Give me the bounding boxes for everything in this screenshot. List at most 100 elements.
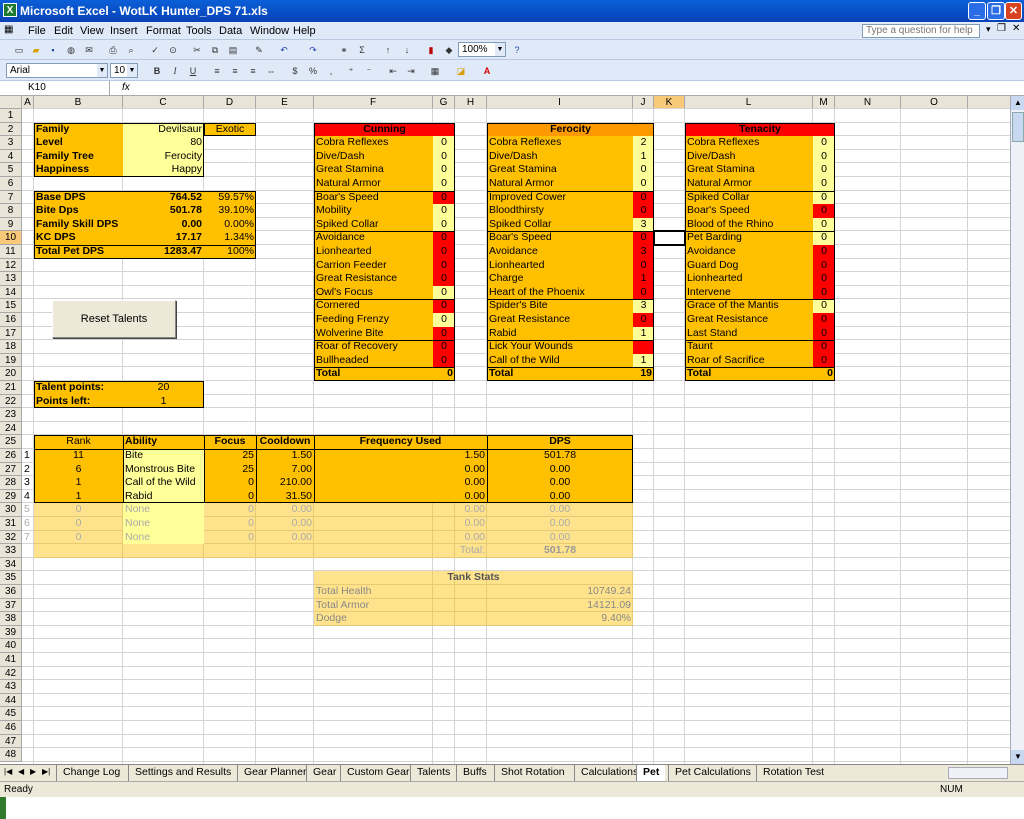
chart-wizard-icon[interactable]: ▮ [424,43,438,57]
row-header-43[interactable]: 43 [0,680,22,694]
close-workbook-icon[interactable]: ✕ [1012,23,1020,34]
borders-icon[interactable]: ▦ [428,64,442,78]
row-header-32[interactable]: 32 [0,530,22,545]
row-header-2[interactable]: 2 [0,122,22,137]
name-box[interactable]: K10 [0,81,110,95]
help-search-input[interactable]: Type a question for help [862,24,980,38]
open-icon[interactable]: ▰ [29,43,43,57]
row-header-34[interactable]: 34 [0,557,22,572]
cells-area[interactable]: Family Devilsaur Exotic Level 80 Family Tree F… [22,108,1010,764]
next-sheet-icon[interactable]: ▶ [30,767,36,776]
undo-icon[interactable]: ↶ [277,43,291,57]
workbook-icon[interactable]: ▦ [4,24,13,35]
align-right-icon[interactable]: ≡ [246,64,260,78]
row-header-37[interactable]: 37 [0,598,22,613]
restore-icon[interactable]: ❐ [997,23,1006,34]
increase-indent-icon[interactable]: ⇥ [404,64,418,78]
worksheet-grid[interactable]: ABCDEFGHIJKLMNO 1 2 3 4 5 6 7 8 9 10 11 12 13 14 15 16 1… [0,96,1010,764]
row-header-18[interactable]: 18 [0,340,22,354]
row-header-28[interactable]: 28 [0,476,22,490]
excel-icon[interactable]: X [3,3,17,17]
menu-window[interactable]: Window [250,25,289,37]
sheet-tab-talents[interactable]: Talents [410,765,457,781]
currency-icon[interactable]: $ [288,64,302,78]
row-header-30[interactable]: 30 [0,503,22,517]
increase-decimal-icon[interactable]: ⁺ [344,64,358,78]
font-name-select[interactable]: Arial ▼ [6,63,108,78]
comma-style-icon[interactable]: , [324,64,338,78]
font-color-icon[interactable]: A [480,64,494,78]
percent-icon[interactable]: % [306,64,320,78]
scroll-up-icon[interactable]: ▲ [1011,96,1024,110]
row-header-22[interactable]: 22 [0,394,22,409]
bold-icon[interactable]: B [150,64,164,78]
sheet-tab-calculations[interactable]: Calculations [574,765,645,781]
new-icon[interactable]: ▭ [12,43,26,57]
research-icon[interactable]: ⊙ [166,43,180,57]
row-header-29[interactable]: 29 [0,489,22,504]
sheet-tab-settings-and-results[interactable]: Settings and Results [128,765,238,781]
menu-data[interactable]: Data [219,25,242,37]
row-header-10[interactable]: 10 [0,231,22,245]
vertical-scrollbar[interactable]: ▲ ▼ [1010,96,1024,764]
function-icon[interactable]: fx [122,82,130,93]
row-header-21[interactable]: 21 [0,381,22,395]
select-all-corner[interactable] [0,96,22,109]
save-icon[interactable]: ▪ [46,43,60,57]
copy-icon[interactable]: ⧉ [208,43,222,57]
reset-talents-button[interactable]: Reset Talents [52,300,176,338]
sheet-tab-custom-gear[interactable]: Custom Gear [340,765,416,781]
row-header-12[interactable]: 12 [0,258,22,273]
sheet-tab-change-log[interactable]: Change Log [56,765,127,781]
sort-descending-icon[interactable]: ↓ [400,43,414,57]
zoom-select[interactable]: 100% ▼ [458,42,506,57]
row-header-17[interactable]: 17 [0,326,22,341]
scroll-thumb[interactable] [1012,112,1024,142]
row-header-38[interactable]: 38 [0,612,22,626]
minimize-icon[interactable]: _ [968,2,986,20]
italic-icon[interactable]: I [168,64,182,78]
row-header-48[interactable]: 48 [0,748,22,762]
sheet-tab-shot-rotation[interactable]: Shot Rotation [494,765,571,781]
row-header-14[interactable]: 14 [0,285,22,300]
menu-edit[interactable]: Edit [54,25,73,37]
row-header-20[interactable]: 20 [0,367,22,381]
align-center-icon[interactable]: ≡ [228,64,242,78]
row-header-47[interactable]: 47 [0,734,22,749]
prev-sheet-icon[interactable]: ◀ [18,767,24,776]
sheet-tab-gear[interactable]: Gear [306,765,343,781]
fill-color-icon[interactable]: ◪ [454,64,468,78]
row-header-15[interactable]: 15 [0,299,22,313]
row-header-5[interactable]: 5 [0,163,22,177]
format-painter-icon[interactable]: ✎ [252,43,266,57]
menu-help[interactable]: Help [293,25,316,37]
row-header-40[interactable]: 40 [0,639,22,653]
sheet-tab-pet-calculations[interactable]: Pet Calculations [668,765,757,781]
row-header-16[interactable]: 16 [0,313,22,327]
print-icon[interactable]: ⎙ [106,43,120,57]
row-header-39[interactable]: 39 [0,625,22,640]
row-header-3[interactable]: 3 [0,136,22,150]
row-header-35[interactable]: 35 [0,571,22,585]
sort-ascending-icon[interactable]: ↑ [381,43,395,57]
font-size-select[interactable]: 10 ▼ [110,63,138,78]
row-header-26[interactable]: 26 [0,449,22,463]
sheet-tab-gear-planner[interactable]: Gear Planner [237,765,313,781]
active-cell-k10[interactable] [653,230,686,246]
row-header-9[interactable]: 9 [0,217,22,232]
sheet-tab-pet[interactable]: Pet [636,765,666,781]
close-icon[interactable]: ✕ [1005,2,1022,20]
sheet-tab-rotation-test[interactable]: Rotation Test [756,765,831,781]
redo-icon[interactable]: ↷ [306,43,320,57]
decrease-indent-icon[interactable]: ⇤ [386,64,400,78]
row-header-25[interactable]: 25 [0,435,22,449]
row-header-1[interactable]: 1 [0,109,22,123]
align-left-icon[interactable]: ≡ [210,64,224,78]
underline-icon[interactable]: U [186,64,200,78]
row-header-11[interactable]: 11 [0,245,22,259]
print-preview-icon[interactable]: ⌕ [124,43,138,57]
horizontal-scrollbar[interactable] [948,767,1008,779]
permission-icon[interactable]: ◍ [64,43,78,57]
menu-file[interactable]: File [28,25,46,37]
row-header-36[interactable]: 36 [0,585,22,599]
